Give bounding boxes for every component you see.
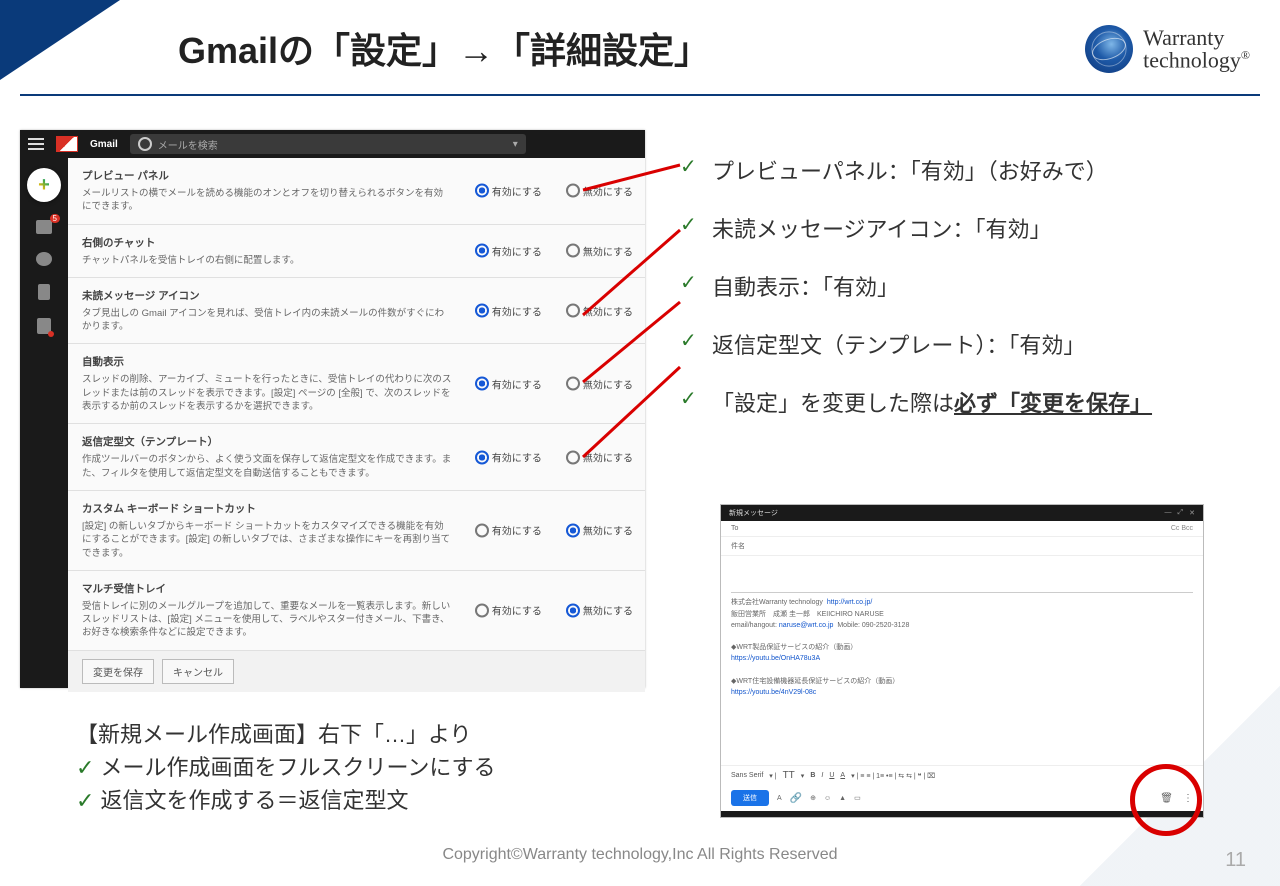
slide-corner-decoration <box>0 0 120 80</box>
gmail-setting-row: 返信定型文（テンプレート） 作成ツールバーのボタンから、よく使う文面を保存して返信… <box>68 424 645 491</box>
check-item-templates: ✓返信定型文（テンプレート）：「有効」 <box>680 328 1250 360</box>
brand-block: Warranty technology® <box>1085 25 1250 73</box>
check-item-autoadvance: ✓自動表示：「有効」 <box>680 270 1250 302</box>
bottom-note-fullscreen: ✓メール作成画面をフルスクリーンにする <box>76 751 496 784</box>
search-input[interactable]: メールを検索 ▾ <box>130 134 526 154</box>
setting-description: タブ見出しの Gmail アイコンを見れば、受信トレイ内の未読メールの件数がすぐ… <box>82 307 452 334</box>
bottom-notes: 【新規メール作成画面】右下「…」より ✓メール作成画面をフルスクリーンにする ✓… <box>76 718 496 817</box>
radio-disable[interactable]: 無効にする <box>566 243 633 258</box>
gmail-setting-row: 右側のチャットチャットパネルを受信トレイの右側に配置します。有効にする無効にする <box>68 225 645 278</box>
radio-disable[interactable]: 無効にする <box>566 603 633 618</box>
setting-title: プレビュー パネル <box>82 168 631 183</box>
hamburger-icon[interactable] <box>28 143 44 145</box>
radio-disable[interactable]: 無効にする <box>566 523 633 538</box>
brand-name: Warranty technology® <box>1143 27 1250 71</box>
compose-to-row[interactable]: To Cc Bcc <box>721 521 1203 537</box>
setting-title: カスタム キーボード ショートカット <box>82 501 631 516</box>
chat-icon[interactable] <box>36 252 52 266</box>
radio-disable[interactable]: 無効にする <box>566 303 633 318</box>
setting-title: 未読メッセージ アイコン <box>82 288 631 303</box>
gmail-product-label: Gmail <box>90 139 118 150</box>
setting-title: 返信定型文（テンプレート） <box>82 434 631 449</box>
setting-description: 作成ツールバーのボタンから、よく使う文面を保存して返信定型文を作成できます。また… <box>82 453 452 480</box>
save-button[interactable]: 変更を保存 <box>82 659 154 684</box>
annotation-circle <box>1130 764 1202 836</box>
check-icon: ✓ <box>680 386 702 411</box>
radio-enable[interactable]: 有効にする <box>475 376 542 391</box>
drive-icon[interactable]: ▲ <box>839 795 846 802</box>
setting-description: [設定] の新しいタブからキーボード ショートカットをカスタマイズできる機能を有… <box>82 520 452 560</box>
radio-disable[interactable]: 無効にする <box>566 450 633 465</box>
setting-description: 受信トレイに別のメールグループを追加して、重要なメールを一覧表示します。新しいス… <box>82 600 452 640</box>
gmail-logo-icon <box>56 136 78 152</box>
image-icon[interactable]: ▭ <box>854 794 861 802</box>
radio-disable[interactable]: 無効にする <box>566 183 633 198</box>
compose-format-toolbar[interactable]: Sans Serif ▾ | TT ▾ B I U A ▾ | ≡ ≡ | 1≡… <box>721 765 1203 785</box>
slide-title: Gmailの「設定」→「詳細設定」 <box>178 22 710 74</box>
radio-enable[interactable]: 有効にする <box>475 450 542 465</box>
gmail-setting-row: プレビュー パネルメールリストの横でメールを読める機能のオンとオフを切り替えられ… <box>68 158 645 225</box>
bottom-notes-heading: 【新規メール作成画面】右下「…」より <box>76 718 496 751</box>
attach-icon[interactable]: 🔗 <box>790 793 802 804</box>
radio-enable[interactable]: 有効にする <box>475 523 542 538</box>
contacts-icon[interactable] <box>38 284 50 300</box>
search-placeholder: メールを検索 <box>158 137 218 152</box>
check-icon: ✓ <box>680 270 702 295</box>
phone-icon[interactable] <box>37 318 51 334</box>
setting-title: 自動表示 <box>82 354 631 369</box>
check-icon: ✓ <box>680 328 702 353</box>
checklist: ✓プレビューパネル：「有効」（お好みで） ✓未読メッセージアイコン：「有効」 ✓… <box>680 154 1250 418</box>
setting-description: メールリストの横でメールを読める機能のオンとオフを切り替えられるボタンを有効にで… <box>82 187 452 214</box>
slide-divider <box>20 94 1260 96</box>
gmail-settings-panel: プレビュー パネルメールリストの横でメールを読める機能のオンとオフを切り替えられ… <box>68 158 645 688</box>
compose-header: 新規メッセージ —⤢✕ <box>721 505 1203 521</box>
compose-subject[interactable]: 件名 <box>721 537 1203 556</box>
settings-save-row: 変更を保存キャンセル <box>68 651 645 692</box>
radio-enable[interactable]: 有効にする <box>475 303 542 318</box>
radio-disable[interactable]: 無効にする <box>566 376 633 391</box>
setting-description: チャットパネルを受信トレイの右側に配置します。 <box>82 254 452 267</box>
page-number: 11 <box>1225 849 1246 872</box>
link-icon[interactable]: ⊕ <box>810 794 816 802</box>
copyright: Copyright©Warranty technology,Inc All Ri… <box>0 846 1280 864</box>
compose-button[interactable]: + <box>27 168 61 202</box>
minimize-icon[interactable]: — <box>1165 509 1172 517</box>
check-icon: ✓ <box>680 212 702 237</box>
fullscreen-icon[interactable]: ⤢ <box>1178 509 1184 517</box>
compose-body[interactable]: 株式会社Warranty technology http://wrt.co.jp… <box>721 556 1203 765</box>
gmail-setting-row: マルチ受信トレイ受信トレイに別のメールグループを追加して、重要なメールを一覧表示… <box>68 571 645 651</box>
check-item-save: ✓「設定」を変更した際は必ず「変更を保存」 <box>680 386 1250 418</box>
gmail-sidebar: + <box>20 158 68 688</box>
setting-title: マルチ受信トレイ <box>82 581 631 596</box>
inbox-icon[interactable] <box>36 220 52 234</box>
bottom-note-templates: ✓返信文を作成する＝返信定型文 <box>76 784 496 817</box>
cancel-button[interactable]: キャンセル <box>162 659 234 684</box>
brand-logo-icon <box>1085 25 1133 73</box>
gmail-settings-screenshot: Gmail メールを検索 ▾ + プレビュー パネルメールリストの横でメールを読… <box>20 130 645 688</box>
gmail-setting-row: カスタム キーボード ショートカット [設定] の新しいタブからキーボード ショー… <box>68 491 645 571</box>
setting-description: スレッドの削除、アーカイブ、ミュートを行ったときに、受信トレイの代わりに次のスレ… <box>82 373 452 413</box>
radio-enable[interactable]: 有効にする <box>475 603 542 618</box>
emoji-icon[interactable]: ☺ <box>824 795 831 802</box>
check-item-preview: ✓プレビューパネル：「有効」（お好みで） <box>680 154 1250 186</box>
radio-enable[interactable]: 有効にする <box>475 243 542 258</box>
gmail-setting-row: 自動表示スレッドの削除、アーカイブ、ミュートを行ったときに、受信トレイの代わりに… <box>68 344 645 424</box>
check-icon: ✓ <box>680 154 702 179</box>
format-icon[interactable]: A <box>777 795 782 802</box>
close-icon[interactable]: ✕ <box>1189 509 1195 517</box>
send-button[interactable]: 送信 <box>731 790 769 806</box>
check-item-unread: ✓未読メッセージアイコン：「有効」 <box>680 212 1250 244</box>
gmail-setting-row: 未読メッセージ アイコンタブ見出しの Gmail アイコンを見れば、受信トレイ内… <box>68 278 645 345</box>
gmail-topbar: Gmail メールを検索 ▾ <box>20 130 645 158</box>
compose-window-screenshot: 新規メッセージ —⤢✕ To Cc Bcc 件名 株式会社Warranty te… <box>720 504 1204 818</box>
radio-enable[interactable]: 有効にする <box>475 183 542 198</box>
